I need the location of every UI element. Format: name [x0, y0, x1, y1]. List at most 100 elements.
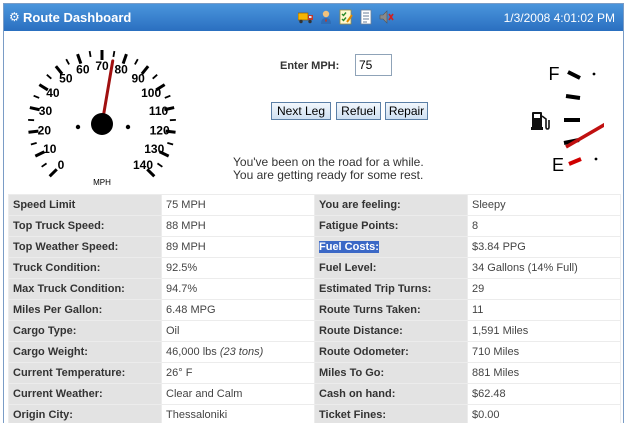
speedometer-unit-label: MPH — [93, 178, 111, 187]
table-row: Miles Per Gallon: 6.48 MPG Route Turns T… — [8, 299, 621, 321]
row-value: Thessaloniki — [161, 404, 315, 423]
fuel-gauge: F E — [531, 64, 604, 175]
row-label: Ticket Fines: — [314, 404, 468, 423]
speedometer-tick — [134, 58, 139, 65]
row-value: Oil — [161, 320, 315, 342]
cargo-weight-value: 46,000 lbs — [166, 346, 217, 358]
table-row: Speed Limit 75 MPH You are feeling: Slee… — [8, 194, 621, 216]
speedometer-tick — [167, 141, 174, 146]
row-label: Cargo Weight: — [8, 341, 162, 363]
fuel-costs-label: Fuel Costs: — [319, 241, 379, 253]
speedometer-label: 50 — [59, 72, 73, 86]
row-label: Current Temperature: — [8, 362, 162, 384]
speedometer-tick — [33, 94, 40, 99]
table-row: Current Temperature: 26° F Miles To Go: … — [8, 362, 621, 384]
gear-icon[interactable]: ⚙ — [9, 9, 20, 25]
table-row: Current Weather: Clear and Calm Cash on … — [8, 383, 621, 405]
row-value: $62.48 — [467, 383, 621, 405]
speedometer-label: 110 — [149, 104, 169, 118]
table-row: Max Truck Condition: 94.7% Estimated Tri… — [8, 278, 621, 300]
speedometer-label: 120 — [150, 123, 170, 137]
fuel-gauge-needle — [565, 122, 604, 149]
speedometer-tick — [164, 94, 171, 99]
row-label: Route Distance: — [314, 320, 468, 342]
speedometer-label: 140 — [133, 158, 153, 172]
row-value: 34 Gallons (14% Full) — [467, 257, 621, 279]
checklist-icon[interactable] — [338, 9, 354, 25]
speedometer-label: 30 — [39, 104, 53, 118]
row-label: Miles To Go: — [314, 362, 468, 384]
row-value: 75 MPH — [161, 194, 315, 216]
row-value: 11 — [467, 299, 621, 321]
row-label: Max Truck Condition: — [8, 278, 162, 300]
app-title: Route Dashboard — [23, 10, 132, 25]
speedometer-dot-left — [75, 124, 81, 130]
speedometer-label: 100 — [141, 86, 161, 100]
speedometer-tick — [112, 50, 116, 58]
next-leg-button[interactable]: Next Leg — [271, 102, 331, 120]
speedometer-label: 10 — [43, 142, 57, 156]
row-label: Cargo Type: — [8, 320, 162, 342]
status-line-2: You are getting ready for some rest. — [233, 168, 424, 182]
datetime-display: 1/3/2008 4:01:02 PM — [503, 11, 615, 25]
speedometer-hub — [91, 113, 113, 135]
row-label: Route Turns Taken: — [314, 299, 468, 321]
row-value: 92.5% — [161, 257, 315, 279]
speedometer-label: 20 — [38, 123, 52, 137]
title-bar: ⚙ Route Dashboard 1/3/2008 4:01:02 PM — [4, 4, 623, 31]
speedometer-label: 90 — [131, 72, 145, 86]
row-value: $0.00 — [467, 404, 621, 423]
speedometer-dot-right — [125, 124, 131, 130]
row-label: Estimated Trip Turns: — [314, 278, 468, 300]
row-label: Speed Limit — [8, 194, 162, 216]
document-icon[interactable] — [358, 9, 374, 25]
speedometer-label: 130 — [144, 142, 164, 156]
row-value: 94.7% — [161, 278, 315, 300]
row-value: 881 Miles — [467, 362, 621, 384]
speedometer-tick — [152, 74, 158, 80]
row-value: 6.48 MPG — [161, 299, 315, 321]
row-label: Fuel Costs: — [314, 236, 468, 258]
speedometer-label: 40 — [46, 86, 60, 100]
row-value: 89 MPH — [161, 236, 315, 258]
speedometer-tick — [48, 168, 58, 178]
row-label: Current Weather: — [8, 383, 162, 405]
row-label: You are feeling: — [314, 194, 468, 216]
refuel-button[interactable]: Refuel — [336, 102, 381, 120]
speedometer-tick — [156, 162, 163, 168]
speedometer-label: 0 — [58, 158, 65, 172]
row-value: 26° F — [161, 362, 315, 384]
user-icon[interactable] — [318, 9, 334, 25]
cargo-weight-tons: (23 tons) — [219, 346, 264, 358]
mph-label: Enter MPH: — [280, 60, 340, 72]
repair-button[interactable]: Repair — [385, 102, 428, 120]
toolbar — [298, 9, 394, 25]
status-message: You've been on the road for a while. You… — [233, 156, 424, 182]
row-label: Truck Condition: — [8, 257, 162, 279]
truck-icon[interactable] — [298, 9, 314, 25]
row-value: 46,000 lbs (23 tons) — [161, 341, 315, 363]
row-label: Cash on hand: — [314, 383, 468, 405]
speedometer: 010 20 30 405060 70 8090100 110 120 130 140 MPH — [28, 50, 176, 187]
table-row: Cargo Weight: 46,000 lbs (23 tons) Route… — [8, 341, 621, 363]
row-value: 8 — [467, 215, 621, 237]
feeling-value: Sleepy — [467, 194, 621, 216]
row-value: 710 Miles — [467, 341, 621, 363]
mph-input[interactable] — [355, 54, 392, 76]
row-value: 88 MPH — [161, 215, 315, 237]
fuel-full-label: F — [549, 64, 560, 84]
table-row: Cargo Type: Oil Route Distance: 1,591 Mi… — [8, 320, 621, 342]
speedometer-tick — [30, 141, 37, 146]
speedometer-tick — [46, 74, 52, 80]
table-row: Origin City: Thessaloniki Ticket Fines: … — [8, 404, 621, 423]
row-label: Origin City: — [8, 404, 162, 423]
speaker-icon[interactable] — [378, 9, 394, 25]
row-label: Route Odometer: — [314, 341, 468, 363]
speedometer-label: 60 — [76, 62, 90, 76]
speedometer-tick — [65, 58, 70, 65]
row-value: 1,591 Miles — [467, 320, 621, 342]
row-label: Top Weather Speed: — [8, 236, 162, 258]
row-label: Fuel Level: — [314, 257, 468, 279]
table-row: Top Weather Speed: 89 MPH Fuel Costs: $3… — [8, 236, 621, 258]
row-label: Miles Per Gallon: — [8, 299, 162, 321]
